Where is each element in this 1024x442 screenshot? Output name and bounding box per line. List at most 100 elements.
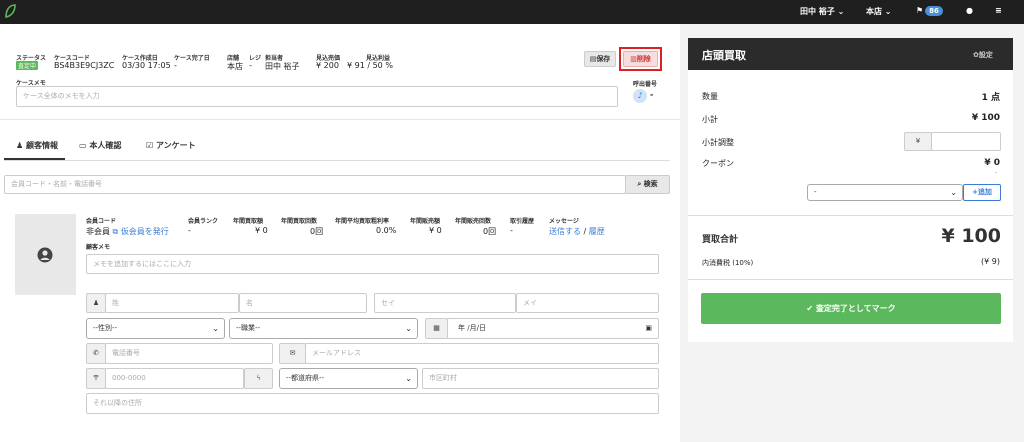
qty: 1 点	[981, 93, 1000, 103]
member-code: 非会員 ⧉ 仮会員を発行	[86, 227, 169, 236]
first-name-input[interactable]: 名	[239, 293, 367, 313]
city-input[interactable]: 市区町村	[422, 368, 659, 389]
calendar-icon: ▦	[425, 318, 448, 339]
annual-buy: ¥ 0	[255, 226, 268, 235]
completed-date: -	[174, 61, 177, 70]
person-icon	[37, 247, 53, 263]
status-badge: 査定中	[16, 61, 39, 70]
send-message-link[interactable]: 送信する	[549, 227, 581, 236]
tab-identity[interactable]: ▭ 本人確認	[79, 140, 121, 151]
avatar	[15, 214, 76, 295]
customer-memo-label: 顧客メモ	[86, 244, 111, 251]
message-history-link[interactable]: 履歴	[589, 227, 605, 236]
tab-survey[interactable]: ☑ アンケート	[146, 140, 196, 151]
user-icon: ♟	[16, 141, 24, 150]
menu-icon[interactable]: ≡	[995, 6, 1002, 15]
gender-select[interactable]: --性別-- ⌄	[86, 318, 225, 339]
divider	[688, 215, 1013, 216]
divider	[0, 119, 680, 120]
last-name-input[interactable]: 姓	[105, 293, 239, 313]
chevron-down-icon: ⌄	[405, 374, 412, 383]
annual-buy-count-label: 年間買取回数	[281, 218, 318, 225]
chevron-down-icon: ⌄	[950, 188, 957, 197]
created-date: 03/30 17:05	[122, 61, 171, 70]
postal-code-input[interactable]: 000-0000	[105, 368, 244, 389]
annual-sales: ¥ 0	[429, 226, 442, 235]
mark-complete-button[interactable]: ✔ 査定完了としてマーク	[701, 293, 1001, 324]
customer-memo-input[interactable]: メモを追加するにはここに入力	[86, 254, 659, 274]
shop: 本店	[227, 62, 243, 71]
message-links: 送信する / 履歴	[549, 227, 605, 236]
phone-input[interactable]: 電話番号	[105, 343, 273, 364]
coupon: ¥ 0	[984, 158, 1000, 168]
annual-sales-label: 年間販売額	[410, 218, 441, 225]
first-name-kana-input[interactable]: メイ	[516, 293, 659, 313]
add-coupon-button[interactable]: +追加	[963, 184, 1001, 201]
tab-divider	[4, 160, 670, 161]
panel-title: 店頭買取	[702, 49, 746, 62]
chat-icon[interactable]: ●	[966, 6, 973, 15]
case-memo-input[interactable]: ケース全体のメモを入力	[16, 86, 618, 107]
call-number-label: 呼出番号	[633, 81, 658, 88]
subtotal-adjust-input[interactable]	[931, 132, 1001, 151]
chevron-down-icon: ⌄	[405, 324, 412, 333]
birthdate-input[interactable]: 年 /月/日 ▣	[447, 318, 659, 339]
trash-icon: ▥	[630, 55, 637, 63]
email-input[interactable]: メールアドレス	[305, 343, 659, 364]
case-code: BS4B3E9CJ3ZC	[54, 61, 115, 70]
delete-button[interactable]: ▥削除	[623, 51, 658, 67]
chevron-down-icon: ⌄	[884, 7, 892, 16]
annual-buy-count: 0回	[310, 227, 324, 236]
postal-icon: 〒	[86, 368, 106, 389]
user-menu[interactable]: 田中 裕子 ⌄	[800, 6, 844, 17]
checkbox-icon: ☑	[146, 141, 154, 150]
search-icon: ⌕	[637, 180, 642, 188]
app-logo-icon	[5, 4, 16, 18]
annual-profit-label: 年間平均買取粗利率	[335, 218, 390, 225]
lightning-icon[interactable]: ϟ	[244, 368, 273, 389]
coupon-detail: -	[994, 169, 997, 176]
save-button[interactable]: ▤保存	[584, 51, 616, 67]
rank-label: 会員ランク	[188, 218, 219, 225]
total: ¥ 100	[941, 225, 1002, 247]
est-sales: ¥ 200	[316, 61, 339, 70]
case-panel: ステータス 査定中 ケースコード BS4B3E9CJ3ZC ケース作成日 03/…	[0, 24, 680, 442]
yen-addon: ¥	[904, 132, 932, 151]
top-bar: 田中 裕子 ⌄ 本店 ⌄ ⚑ 86 ● ≡	[0, 0, 1024, 24]
register: -	[249, 61, 252, 70]
check-icon: ✔	[806, 304, 814, 313]
store-menu[interactable]: 本店 ⌄	[866, 6, 892, 17]
panel-header: 店頭買取 ✿設定	[688, 38, 1013, 70]
store-buyback-panel: 店頭買取 ✿設定 数量 1 点 小計 ¥ 100 小計調整 ¥ クーポン ¥ 0…	[688, 38, 1013, 342]
flag-icon: ⚑	[916, 6, 924, 15]
last-name-kana-input[interactable]: セイ	[374, 293, 516, 313]
member-search-input[interactable]: 会員コード・名前・電話番号	[4, 175, 626, 194]
annual-sales-count: 0回	[483, 227, 497, 236]
job-select[interactable]: --職業-- ⌄	[229, 318, 418, 339]
prefecture-select[interactable]: --都道府県-- ⌄	[279, 368, 418, 389]
member-code-label: 会員コード	[86, 218, 117, 225]
issue-member-link[interactable]: ⧉ 仮会員を発行	[113, 227, 169, 236]
coupon-select[interactable]: - ⌄	[807, 184, 963, 201]
annual-sales-count-label: 年間販売回数	[455, 218, 492, 225]
search-button[interactable]: ⌕ 検索	[625, 175, 670, 194]
notifications-button[interactable]: ⚑ 86	[916, 6, 943, 16]
staff: 田中 裕子	[265, 62, 300, 71]
rank: -	[188, 226, 191, 235]
subtotal-label: 小計	[702, 115, 718, 124]
notification-badge: 86	[925, 6, 943, 16]
total-label: 買取合計	[702, 235, 739, 245]
calendar-picker-icon[interactable]: ▣	[645, 319, 652, 338]
divider	[688, 279, 1013, 280]
message-label: メッセージ	[549, 218, 579, 225]
settings-button[interactable]: ✿設定	[973, 50, 993, 60]
bell-icon[interactable]: ♪	[633, 89, 647, 103]
history: -	[510, 226, 513, 235]
id-card-icon: ▭	[79, 141, 87, 150]
coupon-label: クーポン	[702, 159, 734, 168]
tab-customer[interactable]: ♟ 顧客情報	[16, 140, 58, 151]
address-input[interactable]: それ以降の住所	[86, 393, 659, 414]
tax-label: 内消費税 (10%)	[702, 259, 754, 267]
est-profit: ¥ 91 / 50 %	[347, 61, 393, 70]
subtotal: ¥ 100	[971, 113, 1000, 123]
